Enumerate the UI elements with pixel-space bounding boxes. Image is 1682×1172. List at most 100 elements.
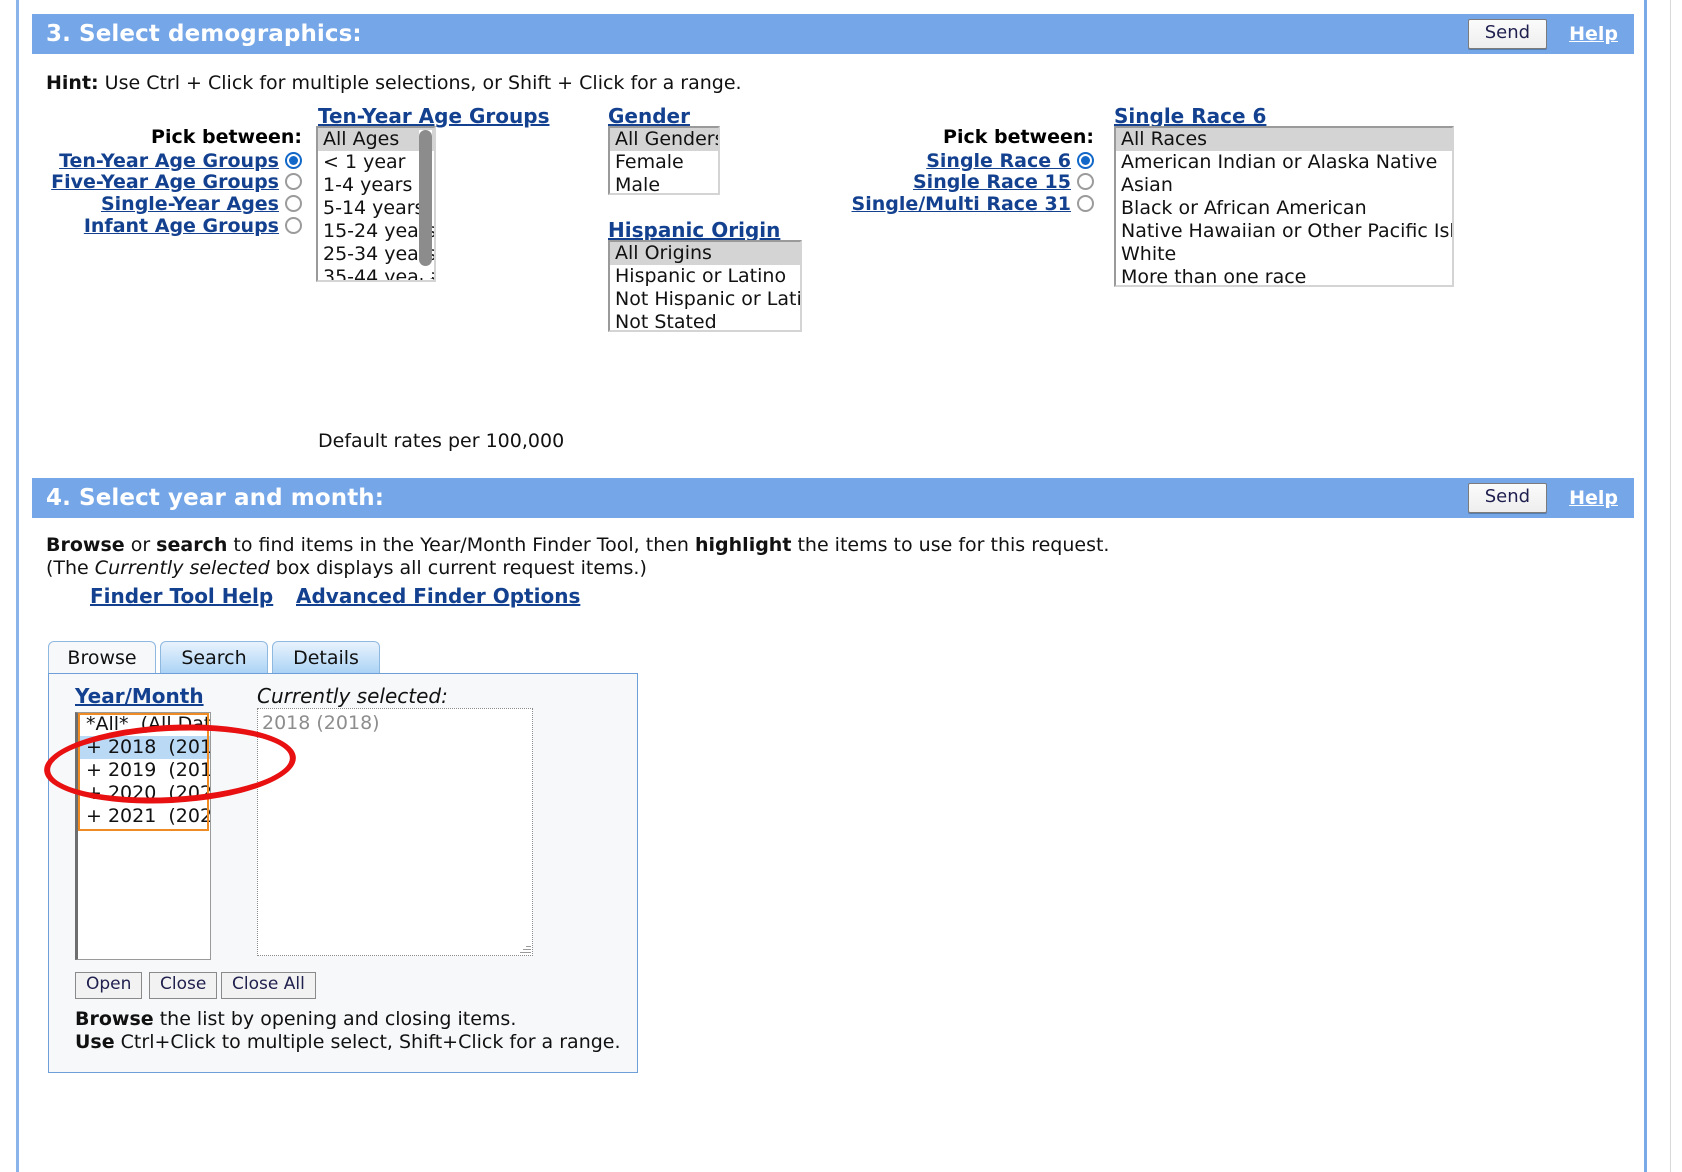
age-radio-row-3[interactable]: Infant Age Groups [42,215,302,237]
race-option-label-1[interactable]: Single Race 15 [913,171,1071,193]
advanced-finder-options-link[interactable]: Advanced Finder Options [296,584,580,608]
browse-footer-line-1: Browse the list by opening and closing i… [75,1008,516,1030]
section-4-header: 4. Select year and month: Send Help [32,478,1634,518]
hispanic-origin-link[interactable]: Hispanic Origin [608,218,780,242]
section-3-help-link[interactable]: Help [1569,23,1618,45]
race-option-item[interactable]: Black or African American [1116,197,1452,220]
right-outer-edge [1670,0,1671,1172]
age-option-item[interactable]: 1-4 years [318,174,434,197]
hispanic-origin-listbox[interactable]: All Origins Hispanic or Latino Not Hispa… [608,240,802,332]
race-option-item[interactable]: All Races [1116,128,1452,151]
race-option-label-0[interactable]: Single Race 6 [926,150,1071,172]
browse-footer-line-2: Use Ctrl+Click to multiple select, Shift… [75,1031,621,1053]
hint-label: Hint: [46,72,99,94]
age-option-label-0[interactable]: Ten-Year Age Groups [59,150,279,172]
year-month-tree-list[interactable]: *All* (All Dates) + 2018 (2018) + 2019 (… [75,712,211,960]
age-option-label-2[interactable]: Single-Year Ages [101,193,279,215]
race-option-item[interactable]: Native Hawaiian or Other Pacific Islande… [1116,220,1452,243]
footer-browse-text: the list by opening and closing items. [153,1008,517,1030]
tree-item-2019[interactable]: + 2019 (2019) [78,759,210,782]
tab-details[interactable]: Details [272,641,380,674]
tree-item-2021[interactable]: + 2021 (2021 ) [78,805,210,828]
finder-tool-help-link[interactable]: Finder Tool Help [90,584,273,608]
open-button[interactable]: Open [75,972,143,999]
section-3-title: 3. Select demographics: [46,21,362,47]
race-option-radio-2[interactable] [1077,195,1094,212]
age-radio-row-1[interactable]: Five-Year Age Groups [42,171,302,193]
page-root: 3. Select demographics: Send Help Hint: … [0,0,1682,1172]
section-4-actions: Send Help [1467,482,1618,514]
race-radio-row-0[interactable]: Single Race 6 [844,150,1094,172]
tab-browse[interactable]: Browse [48,641,156,674]
left-frame-rail [16,0,19,1172]
hispanic-option-item[interactable]: Not Stated [610,311,800,330]
age-radio-row-0[interactable]: Ten-Year Age Groups [42,150,302,172]
age-option-item[interactable]: 15-24 years [318,220,434,243]
instr2-head: (The [46,557,95,579]
finder-instructions-line-1: Browse or search to find items in the Ye… [46,534,1109,556]
instr-or: or [124,534,157,556]
finder-browse-panel: Year/Month *All* (All Dates) + 2018 (201… [48,673,638,1073]
age-radio-row-2[interactable]: Single-Year Ages [42,193,302,215]
race-option-radio-1[interactable] [1077,173,1094,190]
instr2-tail: box displays all current request items.) [269,557,647,579]
age-option-radio-3[interactable] [285,217,302,234]
age-option-radio-2[interactable] [285,195,302,212]
section-3-send-button[interactable]: Send [1467,18,1548,50]
tab-search[interactable]: Search [160,641,268,674]
currently-selected-box[interactable]: 2018 (2018) [257,708,533,956]
age-option-item[interactable]: 35-44 years [318,266,434,280]
race-option-radio-0[interactable] [1077,152,1094,169]
ten-year-age-groups-link[interactable]: Ten-Year Age Groups [318,104,549,128]
race-option-item[interactable]: American Indian or Alaska Native [1116,151,1452,174]
currently-selected-label: Currently selected: [257,684,448,708]
instr-browse-word: Browse [46,534,125,556]
gender-listbox[interactable]: All Genders Female Male [608,126,720,195]
age-option-item[interactable]: < 1 year [318,151,434,174]
instr-search-word: search [156,534,228,556]
age-option-radio-0[interactable] [285,152,302,169]
section-3-actions: Send Help [1467,18,1618,50]
race-radio-row-1[interactable]: Single Race 15 [844,171,1094,193]
gender-option-item[interactable]: Female [610,151,718,174]
age-option-item[interactable]: 5-14 years [318,197,434,220]
tree-item-2020[interactable]: + 2020 (2020) [78,782,210,805]
instr-mid: to find items in the Year/Month Finder T… [227,534,696,556]
resize-handle-icon[interactable] [519,942,531,954]
tree-item-all[interactable]: *All* (All Dates) [78,713,210,736]
race-radio-row-2[interactable]: Single/Multi Race 31 [844,193,1094,215]
race-listbox[interactable]: All Races American Indian or Alaska Nati… [1114,126,1454,287]
race-option-label-2[interactable]: Single/Multi Race 31 [852,193,1071,215]
hispanic-option-item[interactable]: Not Hispanic or Latino [610,288,800,311]
gender-option-item[interactable]: Male [610,174,718,193]
age-listbox-scrollbar[interactable] [419,130,432,278]
year-month-link[interactable]: Year/Month [75,684,204,708]
gender-option-item[interactable]: All Genders [610,128,718,151]
hispanic-option-item[interactable]: All Origins [610,242,800,265]
age-listbox-scroll-thumb[interactable] [419,130,432,266]
race-pick-between-label: Pick between: [943,126,1094,148]
close-button[interactable]: Close [149,972,218,999]
age-option-label-3[interactable]: Infant Age Groups [84,215,279,237]
demographics-hint: Hint: Use Ctrl + Click for multiple sele… [46,72,742,94]
race-option-item[interactable]: Asian [1116,174,1452,197]
race-option-item[interactable]: More than one race [1116,266,1452,285]
age-option-radio-1[interactable] [285,173,302,190]
hispanic-option-item[interactable]: Hispanic or Latino [610,265,800,288]
default-rates-note: Default rates per 100,000 [318,430,565,452]
instr-tail: the items to use for this request. [791,534,1110,556]
section-4-send-button[interactable]: Send [1467,482,1548,514]
tree-item-2018[interactable]: + 2018 (2018) [78,736,210,759]
age-option-item[interactable]: 25-34 years [318,243,434,266]
footer-use-text: Ctrl+Click to multiple select, Shift+Cli… [114,1031,621,1053]
race-option-item[interactable]: White [1116,243,1452,266]
currently-selected-item: 2018 (2018) [262,712,380,734]
age-option-item[interactable]: All Ages [318,128,434,151]
age-option-label-1[interactable]: Five-Year Age Groups [51,171,279,193]
age-group-listbox[interactable]: All Ages < 1 year 1-4 years 5-14 years 1… [316,126,436,282]
close-all-button[interactable]: Close All [221,972,316,999]
single-race-6-link[interactable]: Single Race 6 [1114,104,1266,128]
gender-link[interactable]: Gender [608,104,690,128]
finder-instructions-line-2: (The Currently selected box displays all… [46,557,647,579]
section-4-help-link[interactable]: Help [1569,487,1618,509]
